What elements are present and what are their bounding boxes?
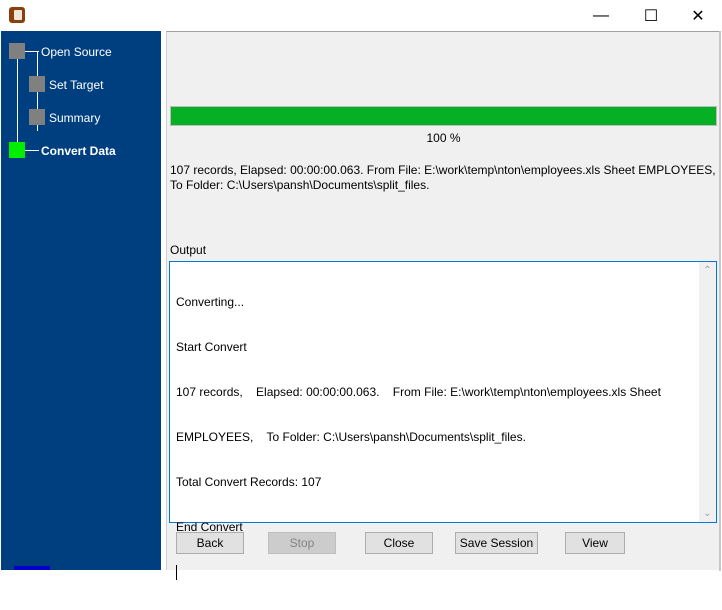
main-panel: 100 % 107 records, Elapsed: 00:00:00.063… — [166, 31, 720, 580]
maximize-button[interactable]: ☐ — [628, 0, 674, 31]
close-window-button[interactable]: ✕ — [675, 0, 721, 31]
step-node-convert-data — [9, 142, 25, 158]
step-convert-data[interactable]: Convert Data — [41, 144, 116, 158]
log-line: EMPLOYEES, To Folder: C:\Users\pansh\Doc… — [176, 430, 526, 444]
step-node-summary — [29, 109, 45, 125]
status-text: 107 records, Elapsed: 00:00:00.063. From… — [170, 163, 718, 193]
back-button[interactable]: Back — [176, 532, 244, 554]
step-node-set-target — [29, 76, 45, 92]
save-session-button[interactable]: Save Session — [455, 532, 538, 554]
step-set-target[interactable]: Set Target — [49, 78, 103, 92]
scroll-up-icon[interactable]: ⌃ — [699, 262, 716, 279]
output-log: Converting... Start Convert 107 records,… — [176, 265, 686, 610]
tree-connector — [25, 150, 39, 151]
window-edge — [719, 31, 721, 571]
step-summary[interactable]: Summary — [49, 111, 100, 125]
close-button[interactable]: Close — [365, 532, 433, 554]
status-line: To Folder: C:\Users\pansh\Documents\spli… — [170, 178, 430, 192]
minimize-button[interactable]: — — [578, 0, 624, 31]
app-icon — [9, 7, 25, 23]
output-label: Output — [170, 243, 207, 257]
title-bar: — ☐ ✕ — [0, 0, 722, 31]
log-line: Total Convert Records: 107 — [176, 475, 322, 489]
view-button[interactable]: View — [565, 532, 625, 554]
progress-bar — [170, 106, 717, 126]
output-textarea[interactable]: Converting... Start Convert 107 records,… — [169, 261, 717, 580]
taskbar-indicator — [14, 566, 50, 570]
log-line: 107 records, Elapsed: 00:00:00.063. From… — [176, 385, 661, 399]
log-line: Start Convert — [176, 340, 247, 354]
log-line: Converting... — [176, 295, 245, 309]
tree-connector — [25, 51, 39, 52]
progress-percent: 100 % — [426, 131, 461, 145]
stop-button[interactable]: Stop — [268, 532, 336, 554]
status-line: 107 records, Elapsed: 00:00:00.063. From… — [170, 163, 716, 177]
vertical-scrollbar[interactable]: ⌃ ⌄ — [699, 262, 716, 522]
wizard-steps-sidebar: Open Source Set Target Summary Convert D… — [1, 31, 161, 570]
text-caret — [176, 565, 177, 580]
scroll-down-icon[interactable]: ⌄ — [699, 505, 716, 522]
step-node-open-source — [9, 43, 25, 59]
tree-connector — [17, 51, 18, 151]
step-open-source[interactable]: Open Source — [41, 45, 112, 59]
